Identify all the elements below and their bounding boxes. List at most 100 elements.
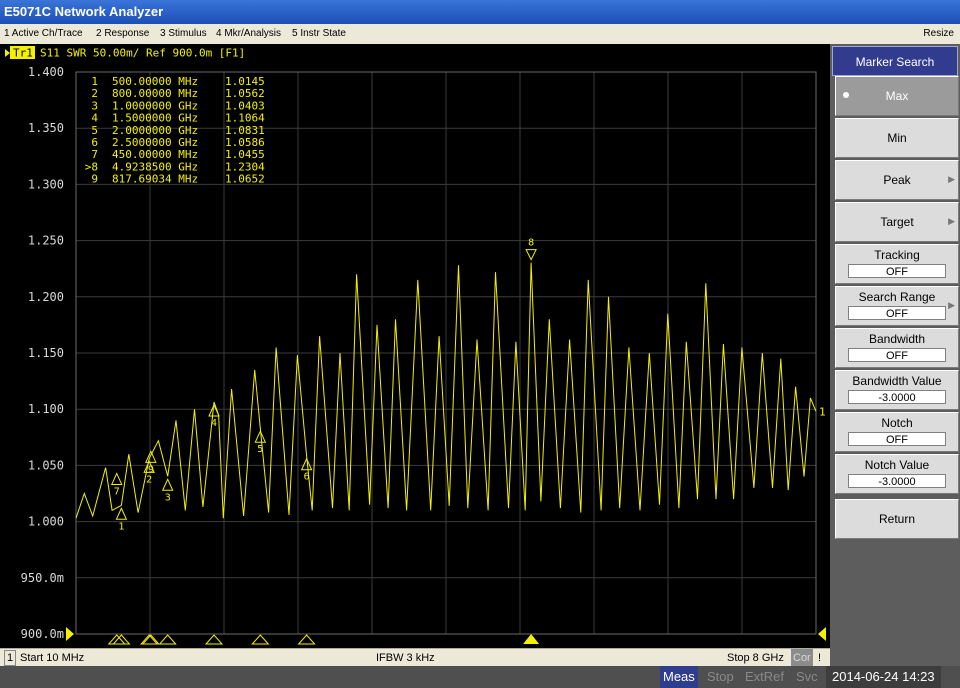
search-range-softkey[interactable]: Search Range OFF ▶ xyxy=(835,286,959,326)
y-tick-label: 1.000 xyxy=(28,515,64,529)
status-bar-filler xyxy=(830,648,960,666)
tracking-softkey[interactable]: Tracking OFF xyxy=(835,244,959,284)
bandwidth-value-field[interactable]: -3.0000 xyxy=(848,390,946,404)
y-tick-label: 1.100 xyxy=(28,402,64,416)
y-tick-label: 900.0m xyxy=(21,627,64,641)
marker-table-value: 1.2304 xyxy=(225,160,265,173)
reference-position-right-icon xyxy=(818,627,826,641)
start-frequency[interactable]: Start 10 MHz xyxy=(20,649,84,667)
marker-table-index: 7 xyxy=(91,148,98,161)
trace-badge[interactable]: Tr1 xyxy=(13,47,33,60)
channel-number: 1 xyxy=(4,650,17,666)
y-tick-label: 1.300 xyxy=(28,177,64,191)
marker-label: 2 xyxy=(146,474,152,485)
ifbw-setting[interactable]: IFBW 3 kHz xyxy=(376,649,435,667)
notch-softkey[interactable]: Notch OFF xyxy=(835,412,959,452)
marker-table-frequency: 1.5000000 GHz xyxy=(112,112,198,125)
marker-label: 6 xyxy=(304,472,310,483)
marker-table-index: 4 xyxy=(91,112,98,125)
target-label: Target xyxy=(880,215,914,229)
marker-label: 8 xyxy=(528,238,534,249)
notch-value-softkey[interactable]: Notch Value -3.0000 xyxy=(835,454,959,494)
window-title: E5071C Network Analyzer xyxy=(4,4,164,19)
search-range-value: OFF xyxy=(848,306,946,320)
warning-indicator: ! xyxy=(818,652,822,664)
return-softkey[interactable]: Return xyxy=(835,499,959,539)
marker-label: 7 xyxy=(114,486,120,497)
stop-frequency[interactable]: Stop 8 GHz xyxy=(727,649,784,667)
marker-table-frequency: 500.00000 MHz xyxy=(112,75,198,88)
y-tick-label: 1.250 xyxy=(28,234,64,248)
marker-table: 1 500.00000 MHz 1.0145 2 800.00000 MHz 1.0562… xyxy=(85,75,265,186)
menu-stimulus[interactable]: 3 Stimulus xyxy=(160,24,207,44)
date-time: 2014-06-24 14:23 xyxy=(826,666,941,688)
bandwidth-label: Bandwidth xyxy=(868,332,926,346)
softkey-panel: Marker Search Max Min Peak ▶ Target ▶ Tr… xyxy=(830,44,960,648)
window-title-bar: E5071C Network Analyzer xyxy=(0,0,960,24)
marker-table-frequency: 800.00000 MHz xyxy=(112,87,198,100)
y-tick-label: 1.200 xyxy=(28,290,64,304)
meas-indicator: Meas xyxy=(660,666,698,688)
search-range-label: Search Range xyxy=(858,290,936,304)
instrument-status-bar: Meas Stop ExtRef Svc 2014-06-24 14:23 xyxy=(0,666,960,688)
bandwidth-softkey[interactable]: Bandwidth OFF xyxy=(835,328,959,368)
marker-table-value: 1.0831 xyxy=(225,124,265,137)
softkey-menu-title: Marker Search xyxy=(832,46,958,76)
marker-stimulus-icon xyxy=(158,634,177,645)
menu-mkr-analysis[interactable]: 4 Mkr/Analysis xyxy=(216,24,281,44)
target-softkey[interactable]: Target ▶ xyxy=(835,202,959,242)
marker-table-value: 1.0145 xyxy=(225,75,265,88)
marker-table-index: 5 xyxy=(91,124,98,137)
min-label: Min xyxy=(887,131,907,145)
marker-triangle xyxy=(145,450,157,463)
active-marker-stimulus-icon xyxy=(523,634,540,644)
marker-stimulus-icon xyxy=(297,634,316,645)
notch-value-field[interactable]: -3.0000 xyxy=(848,474,946,488)
marker-label: 5 xyxy=(257,444,263,455)
max-softkey[interactable]: Max xyxy=(835,76,959,116)
active-marker-triangle xyxy=(525,249,537,261)
menu-response[interactable]: 2 Response xyxy=(96,24,149,44)
tracking-value: OFF xyxy=(848,264,946,278)
y-tick-label: 950.0m xyxy=(21,571,64,585)
marker-table-frequency: 817.69034 MHz xyxy=(112,173,198,186)
marker-triangle xyxy=(115,507,128,520)
return-label: Return xyxy=(878,512,916,526)
bandwidth-value-softkey[interactable]: Bandwidth Value -3.0000 xyxy=(835,370,959,410)
trace-end-label: 1 xyxy=(819,405,826,418)
marker-table-frequency: 450.00000 MHz xyxy=(112,148,198,161)
marker-table-value: 1.0652 xyxy=(225,173,265,186)
marker-label: 1 xyxy=(118,521,124,532)
marker-table-value: 1.1064 xyxy=(225,112,265,125)
marker-table-index: 6 xyxy=(91,136,98,149)
menu-instr-state[interactable]: 5 Instr State xyxy=(292,24,346,44)
menu-bar: 1 Active Ch/Trace 2 Response 3 Stimulus … xyxy=(0,24,960,45)
marker-table-value: 1.0403 xyxy=(225,99,265,112)
marker-table-index: 2 xyxy=(91,87,98,100)
extref-indicator: ExtRef xyxy=(745,669,785,684)
reference-position-left-icon xyxy=(66,627,74,641)
menu-active-ch-trace[interactable]: 1 Active Ch/Trace xyxy=(4,24,83,44)
marker-table-value: 1.0586 xyxy=(225,136,265,149)
y-tick-label: 1.350 xyxy=(28,121,64,135)
marker-table-value: 1.0562 xyxy=(225,87,265,100)
submenu-arrow-icon: ▶ xyxy=(948,300,955,310)
resize-button[interactable]: Resize xyxy=(923,24,954,44)
peak-softkey[interactable]: Peak ▶ xyxy=(835,160,959,200)
markers: 1 1 2 3 4 5 6 7 8 9 xyxy=(107,238,826,645)
marker-table-index: 9 xyxy=(91,173,98,186)
peak-label: Peak xyxy=(883,173,911,187)
marker-label: 9 xyxy=(148,464,154,475)
correction-badge: Cor xyxy=(791,649,813,667)
channel-status-bar: 1 Start 10 MHz IFBW 3 kHz Stop 8 GHz Cor… xyxy=(0,648,830,667)
channel-window[interactable]: 1.400 1.350 1.300 1.250 1.200 1.150 1.100 1.050… xyxy=(0,44,830,648)
min-softkey[interactable]: Min xyxy=(835,118,959,158)
submenu-arrow-icon: ▶ xyxy=(948,216,955,226)
notch-value-label: Notch Value xyxy=(864,458,930,472)
trace-setting-text: S11 SWR 50.00m/ Ref 900.0m [F1] xyxy=(40,47,245,60)
marker-table-value: 1.0455 xyxy=(225,148,265,161)
y-tick-label: 1.050 xyxy=(28,458,64,472)
marker-table-index: 1 xyxy=(91,75,98,88)
stop-indicator: Stop xyxy=(707,669,734,684)
trace-chart[interactable]: 1.400 1.350 1.300 1.250 1.200 1.150 1.100 1.050… xyxy=(0,44,830,648)
